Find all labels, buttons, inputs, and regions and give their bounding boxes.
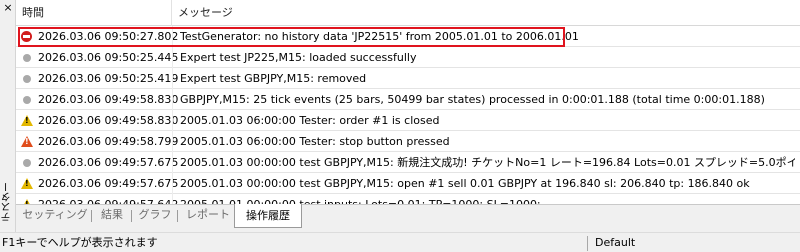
log-row[interactable]: 2026.03.06 09:49:57.6422005.01.01 00:00:… [16,194,800,204]
error-icon [21,31,32,42]
tester-side-strip: × テスター [0,0,16,232]
column-divider [172,131,173,152]
close-icon[interactable]: × [2,2,14,14]
info-dot-icon [23,54,31,62]
log-time: 2026.03.06 09:50:25.419 [38,72,179,85]
tab-divider [91,210,92,222]
log-time: 2026.03.06 09:50:25.445 [38,51,179,64]
log-row[interactable]: 2026.03.06 09:49:58.8302005.01.03 06:00:… [16,110,800,131]
tab-journal[interactable]: 操作履歴 [234,204,302,228]
stop-warning-icon [21,136,33,147]
log-message: 2005.01.01 00:00:00 test inputs: Lots=0.… [180,194,795,204]
log-time: 2026.03.06 09:49:58.830 [38,114,179,127]
log-time: 2026.03.06 09:49:57.675 [38,177,179,190]
info-dot-icon [23,75,31,83]
tab-report[interactable]: レポート [180,205,236,227]
log-row[interactable]: 2026.03.06 09:50:27.802 TestGenerator: no… [16,26,800,47]
status-profile[interactable]: Default [595,233,635,252]
column-divider [172,47,173,68]
journal-log[interactable]: 時間 メッセージ 2026.03.06 09:50:27.802 TestGene… [16,0,800,204]
warning-icon [21,178,33,189]
log-time: 2026.03.06 09:50:27.802 [38,30,179,43]
tab-graph[interactable]: グラフ [134,205,176,227]
tester-panel-title: テスター [2,182,13,222]
column-divider [172,26,173,47]
column-divider [172,173,173,194]
tab-divider [131,210,132,222]
tab-settings[interactable]: セッティング [20,205,90,227]
tester-tabbar: セッティング 結果 グラフ レポート 操作履歴 [16,204,800,232]
warning-icon [21,115,33,126]
log-message: GBPJPY,M15: 25 tick events (25 bars, 504… [180,93,765,106]
column-divider [172,89,173,110]
log-row[interactable]: 2026.03.06 09:49:58.830 GBPJPY,M15: 25 ti… [16,89,800,110]
log-row[interactable]: 2026.03.06 09:50:25.419 Expert test GBPJP… [16,68,800,89]
log-rows: 2026.03.06 09:50:27.802 TestGenerator: no… [16,26,800,204]
log-message: 2005.01.03 00:00:00 test GBPJPY,M15: 新規注… [180,156,795,169]
log-message: TestGenerator: no history data 'JP22515'… [180,30,579,43]
tab-divider [177,210,178,222]
status-help-text: F1キーでヘルプが表示されます [2,236,158,249]
column-divider [172,194,173,204]
log-row[interactable]: 2026.03.06 09:49:57.6752005.01.03 00:00:… [16,152,800,173]
log-row[interactable]: 2026.03.06 09:49:58.7992005.01.03 06:00:… [16,131,800,152]
log-header: 時間 メッセージ [16,0,800,26]
log-time: 2026.03.06 09:49:58.830 [38,93,179,106]
column-divider [172,68,173,89]
info-dot-icon [23,96,31,104]
log-message: Expert test GBPJPY,M15: removed [180,72,367,85]
tab-results[interactable]: 結果 [94,205,130,227]
log-message: 2005.01.03 00:00:00 test GBPJPY,M15: ope… [180,177,750,190]
log-message: 2005.01.03 06:00:00 Tester: order #1 is … [180,114,440,127]
column-divider [172,152,173,173]
column-header-message[interactable]: メッセージ [172,0,800,26]
column-header-time[interactable]: 時間 [16,0,172,26]
info-dot-icon [23,159,31,167]
log-time: 2026.03.06 09:49:57.675 [38,156,179,169]
status-divider [587,236,588,251]
log-time: 2026.03.06 09:49:58.799 [38,135,179,148]
log-message: Expert test JP225,M15: loaded successful… [180,51,417,64]
tester-panel: × テスター 時間 メッセージ 2026.03.06 09:50:27.802 T… [0,0,800,232]
status-bar: F1キーでヘルプが表示されます Default [0,232,800,252]
log-row[interactable]: 2026.03.06 09:50:25.445 Expert test JP225… [16,47,800,68]
log-time: 2026.03.06 09:49:57.642 [38,194,178,204]
log-row[interactable]: 2026.03.06 09:49:57.6752005.01.03 00:00:… [16,173,800,194]
log-message: 2005.01.03 06:00:00 Tester: stop button … [180,135,450,148]
column-divider [172,110,173,131]
